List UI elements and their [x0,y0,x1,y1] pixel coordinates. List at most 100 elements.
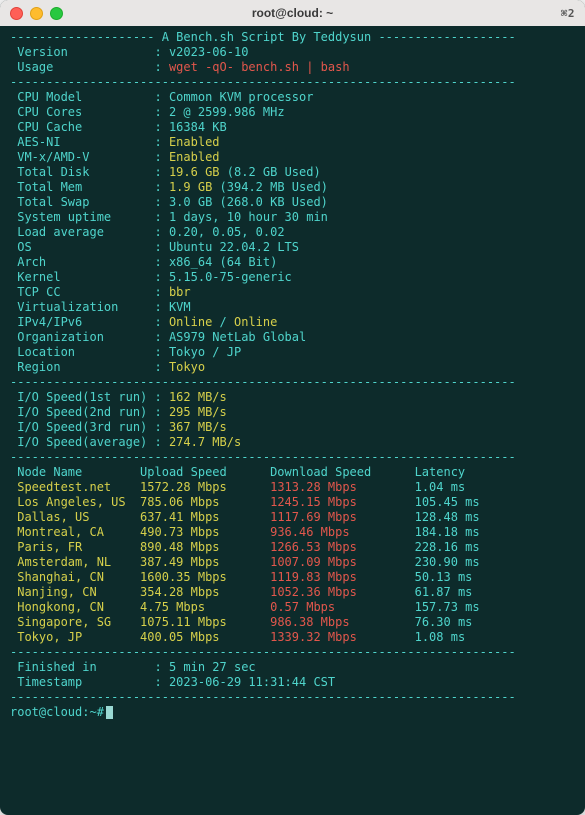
titlebar[interactable]: root@cloud: ~ ⌘2 [0,0,585,26]
separator: ----------------------------------------… [10,690,575,705]
separator: ----------------------------------------… [10,375,575,390]
kv-label: OS : [10,240,169,254]
kv-label: Organization : [10,330,169,344]
window-title: root@cloud: ~ [0,6,585,20]
terminal-window: root@cloud: ~ ⌘2 -------------------- A … [0,0,585,815]
kv-label: System uptime : [10,210,169,224]
net-row: Montreal, CA 490.73 Mbps 936.46 Mbps 184… [10,525,575,540]
sys-block: CPU Model : Common KVM processor CPU Cor… [10,90,575,165]
kv-label: I/O Speed(1st run) : [10,390,169,404]
mem-used: (394.2 MB Used) [220,180,328,194]
ipv-row: IPv4/IPv6 : Online / Online [10,315,575,330]
titlebar-shortcut: ⌘2 [561,7,575,20]
net-row: Amsterdam, NL 387.49 Mbps 1007.09 Mbps 2… [10,555,575,570]
io-block: I/O Speed(1st run) : 162 MB/s I/O Speed(… [10,390,575,450]
kv-row: I/O Speed(3rd run) : 367 MB/s [10,420,575,435]
sys3-block: Organization : AS979 NetLab Global Locat… [10,330,575,375]
kv-label: Version : [10,45,169,59]
kv-label: AES-NI : [10,135,169,149]
kv-label: CPU Model : [10,90,169,104]
kv-row: Total Swap : 3.0 GB (268.0 KB Used) [10,195,575,210]
kv-row: I/O Speed(average) : 274.7 MB/s [10,435,575,450]
kv-label: VM-x/AMD-V : [10,150,169,164]
ipv6-status: Online [234,315,277,329]
kv-row: Arch : x86_64 (64 Bit) [10,255,575,270]
terminal-body[interactable]: -------------------- A Bench.sh Script B… [0,26,585,815]
separator: ----------------------------------------… [10,450,575,465]
net-header: Node Name Upload Speed Download Speed La… [10,465,575,480]
kv-value: x86_64 (64 Bit) [169,255,277,269]
kv-row: I/O Speed(2nd run) : 295 MB/s [10,405,575,420]
kv-value: 5 min 27 sec [169,660,256,674]
kv-row: OS : Ubuntu 22.04.2 LTS [10,240,575,255]
net-row: Paris, FR 890.48 Mbps 1266.53 Mbps 228.1… [10,540,575,555]
kv-label: Finished in : [10,660,169,674]
kv-value: 5.15.0-75-generic [169,270,292,284]
meta-block: Version : v2023-06-10 Usage : wget -qO- … [10,45,575,75]
kv-label: Total Swap : [10,195,169,209]
net-row: Shanghai, CN 1600.35 Mbps 1119.83 Mbps 5… [10,570,575,585]
mem-value: 1.9 GB [169,180,212,194]
kv-label: I/O Speed(average) : [10,435,169,449]
kv-row: CPU Model : Common KVM processor [10,90,575,105]
kv-label: Location : [10,345,169,359]
net-row: Speedtest.net 1572.28 Mbps 1313.28 Mbps … [10,480,575,495]
separator: ----------------------------------------… [10,645,575,660]
kv-label: Region : [10,360,169,374]
kv-row: CPU Cores : 2 @ 2599.986 MHz [10,105,575,120]
kv-row: CPU Cache : 16384 KB [10,120,575,135]
total-disk-row: Total Disk : 19.6 GB (8.2 GB Used) [10,165,575,180]
cursor-icon [106,706,113,719]
kv-row: Region : Tokyo [10,360,575,375]
kv-label: Arch : [10,255,169,269]
kv-value: Ubuntu 22.04.2 LTS [169,240,299,254]
kv-value: bbr [169,285,191,299]
banner-dash-left: -------------------- [10,30,162,44]
kv-row: AES-NI : Enabled [10,135,575,150]
kv-label: Virtualization : [10,300,169,314]
net-row: Nanjing, CN 354.28 Mbps 1052.36 Mbps 61.… [10,585,575,600]
disk-used: (8.2 GB Used) [227,165,321,179]
disk-value: 19.6 GB [169,165,220,179]
net-row: Los Angeles, US 785.06 Mbps 1245.15 Mbps… [10,495,575,510]
kv-value: wget -qO- bench.sh | bash [169,60,350,74]
kv-row: Location : Tokyo / JP [10,345,575,360]
kv-value: 16384 KB [169,120,227,134]
kv-value: Tokyo / JP [169,345,241,359]
kv-label: I/O Speed(3rd run) : [10,420,169,434]
kv-value: 295 MB/s [169,405,227,419]
kv-row: Usage : wget -qO- bench.sh | bash [10,60,575,75]
ipv4-status: Online [169,315,212,329]
kv-row: TCP CC : bbr [10,285,575,300]
net-row: Singapore, SG 1075.11 Mbps 986.38 Mbps 7… [10,615,575,630]
zoom-icon[interactable] [50,7,63,20]
kv-value: Common KVM processor [169,90,314,104]
kv-value: 2 @ 2599.986 MHz [169,105,285,119]
kv-row: Kernel : 5.15.0-75-generic [10,270,575,285]
kv-value: 162 MB/s [169,390,227,404]
net-row: Hongkong, CN 4.75 Mbps 0.57 Mbps 157.73 … [10,600,575,615]
kv-label: I/O Speed(2nd run) : [10,405,169,419]
kv-value: 367 MB/s [169,420,227,434]
kv-row: Virtualization : KVM [10,300,575,315]
prompt-line[interactable]: root@cloud:~# [10,705,575,720]
kv-label: Load average : [10,225,169,239]
kv-value: AS979 NetLab Global [169,330,306,344]
footer-block: Finished in : 5 min 27 sec Timestamp : 2… [10,660,575,690]
close-icon[interactable] [10,7,23,20]
kv-row: Organization : AS979 NetLab Global [10,330,575,345]
minimize-icon[interactable] [30,7,43,20]
total-mem-row: Total Mem : 1.9 GB (394.2 MB Used) [10,180,575,195]
kv-row: VM-x/AMD-V : Enabled [10,150,575,165]
kv-value: v2023-06-10 [169,45,248,59]
kv-value: Enabled [169,135,220,149]
kv-row: Load average : 0.20, 0.05, 0.02 [10,225,575,240]
kv-label: Usage : [10,60,169,74]
kv-value: Enabled [169,150,220,164]
kv-label: Timestamp : [10,675,169,689]
banner-dash-right: ------------------- [371,30,516,44]
separator: ----------------------------------------… [10,75,575,90]
kv-value: Tokyo [169,360,205,374]
prompt-text: root@cloud:~# [10,705,104,720]
kv-value: 1 days, 10 hour 30 min [169,210,328,224]
